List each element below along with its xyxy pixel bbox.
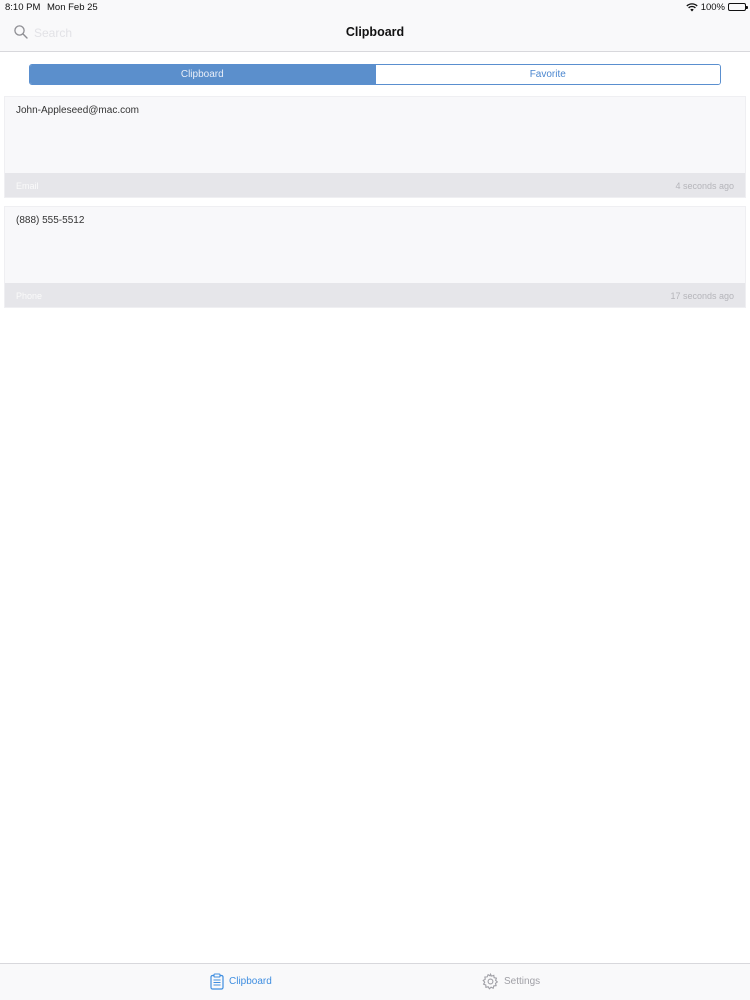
status-bar: 8:10 PM Mon Feb 25 100%: [0, 0, 750, 14]
segment-clipboard[interactable]: Clipboard: [30, 65, 375, 84]
clip-text: John-Appleseed@mac.com: [16, 105, 139, 116]
tab-settings-label: Settings: [504, 976, 541, 987]
clip-text: (888) 555-5512: [16, 215, 85, 226]
clip-list: John-Appleseed@mac.com Email 4 seconds a…: [4, 96, 746, 316]
tab-settings[interactable]: Settings: [482, 973, 540, 990]
clip-type-label: Phone: [16, 291, 43, 301]
clipboard-icon: [210, 973, 224, 990]
segmented-control: Clipboard Favorite: [29, 64, 721, 85]
clip-footer: Email 4 seconds ago: [5, 173, 745, 197]
clip-type-label: Email: [16, 181, 39, 191]
clip-timestamp: 17 seconds ago: [670, 291, 734, 301]
clip-card-phone[interactable]: (888) 555-5512 Phone 17 seconds ago: [4, 206, 746, 308]
status-time: 8:10 PM: [5, 2, 41, 13]
tab-clipboard-label: Clipboard: [229, 976, 272, 987]
clip-timestamp: 4 seconds ago: [675, 181, 734, 191]
clip-card-email[interactable]: John-Appleseed@mac.com Email 4 seconds a…: [4, 96, 746, 198]
battery-icon: [728, 3, 748, 11]
clip-footer: Phone 17 seconds ago: [5, 283, 745, 307]
status-indicators: 100%: [686, 1, 748, 13]
tab-clipboard[interactable]: Clipboard: [210, 973, 272, 990]
wifi-icon: [686, 2, 698, 12]
status-date: Mon Feb 25: [47, 2, 98, 13]
navigation-bar: Search Clipboard: [0, 14, 750, 52]
segment-favorite[interactable]: Favorite: [374, 65, 720, 84]
page-title: Clipboard: [345, 25, 405, 39]
tab-bar: Clipboard Settings: [0, 963, 750, 1000]
gear-icon: [482, 973, 499, 990]
battery-percentage: 100%: [700, 1, 725, 13]
